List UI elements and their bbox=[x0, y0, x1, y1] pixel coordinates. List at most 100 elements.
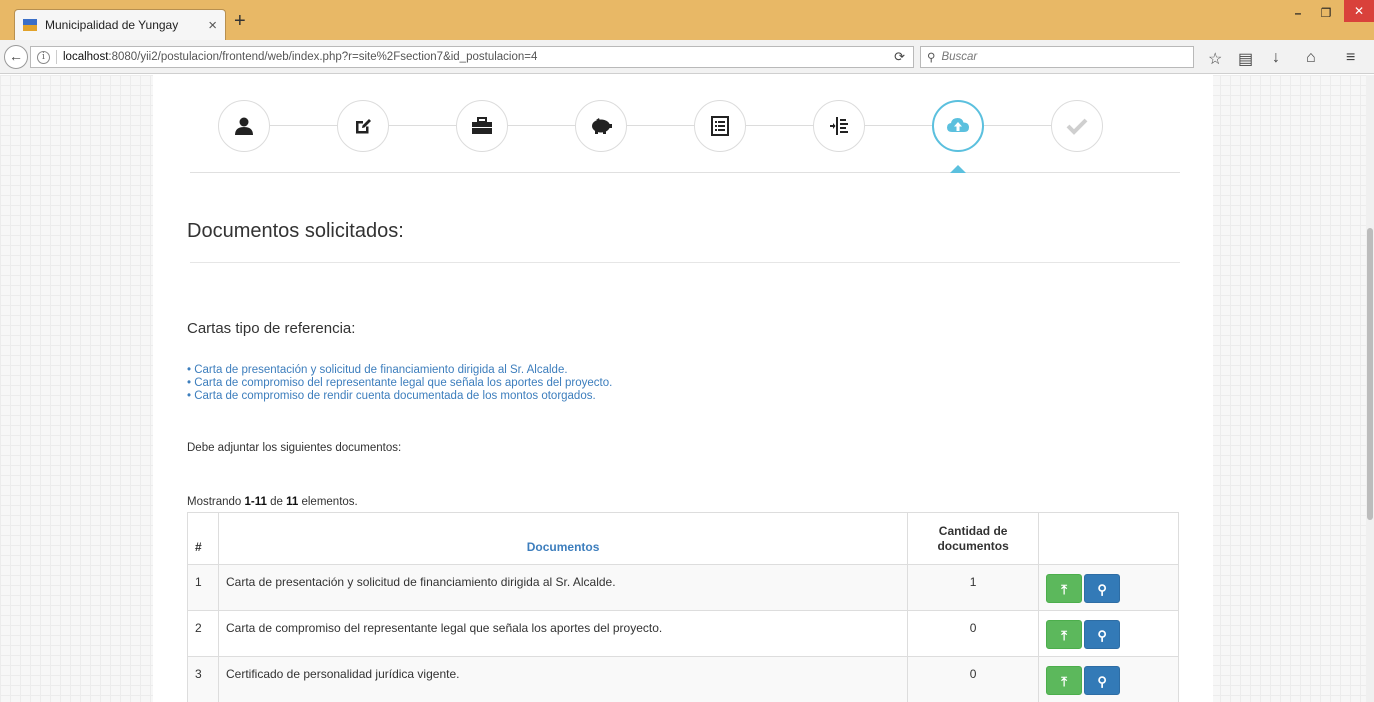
wizard-step-3[interactable] bbox=[456, 100, 508, 152]
reference-link-3[interactable]: • Carta de compromiso de rendir cuenta d… bbox=[187, 390, 612, 403]
url-divider bbox=[56, 50, 57, 64]
list-alt-icon bbox=[711, 116, 729, 136]
bookmark-star-icon[interactable]: ☆ bbox=[1208, 49, 1222, 69]
download-icon[interactable]: ↓ bbox=[1272, 49, 1280, 67]
row-document: Carta de presentación y solicitud de fin… bbox=[217, 564, 909, 611]
wizard-connector bbox=[270, 125, 337, 126]
view-button[interactable]: ⚲ bbox=[1084, 574, 1121, 603]
summary-mid: de bbox=[266, 496, 287, 508]
table-row: 3 Certificado de personalidad jurídica v… bbox=[187, 656, 1179, 702]
reference-links: • Carta de presentación y solicitud de f… bbox=[187, 364, 612, 403]
home-icon[interactable]: ⌂ bbox=[1306, 49, 1316, 67]
back-button[interactable]: ← bbox=[4, 45, 28, 69]
view-button[interactable]: ⚲ bbox=[1084, 666, 1121, 695]
site-info-icon[interactable]: i bbox=[37, 50, 50, 64]
search-placeholder: Buscar bbox=[941, 51, 978, 63]
address-bar[interactable]: i localhost :8080/yii2/postulacion/front… bbox=[30, 46, 914, 68]
references-title: Cartas tipo de referencia: bbox=[187, 320, 356, 337]
header-count-line2: documentos bbox=[937, 539, 1009, 553]
grid-summary: Mostrando 1-11 de 11 elementos. bbox=[187, 496, 358, 508]
reading-list-icon[interactable]: ▤ bbox=[1238, 49, 1253, 69]
url-host: localhost bbox=[63, 51, 109, 63]
wizard-step-1[interactable] bbox=[218, 100, 270, 152]
row-number: 1 bbox=[187, 564, 219, 611]
search-icon: ⚲ bbox=[1097, 582, 1107, 597]
row-count: 0 bbox=[907, 656, 1040, 702]
upload-icon: ⤒ bbox=[1061, 628, 1067, 643]
upload-button[interactable]: ⤒ bbox=[1046, 620, 1083, 649]
view-button[interactable]: ⚲ bbox=[1084, 620, 1121, 649]
upload-button[interactable]: ⤒ bbox=[1046, 574, 1083, 603]
wizard-connector bbox=[627, 125, 694, 126]
header-documents[interactable]: Documentos bbox=[217, 512, 909, 565]
row-actions: ⤒ ⚲ bbox=[1038, 564, 1179, 611]
table-header-row: # Documentos Cantidad de documentos bbox=[187, 512, 1179, 565]
header-count-line1: Cantidad de bbox=[938, 524, 1008, 538]
browser-titlebar: Municipalidad de Yungay × + – ❐ ✕ bbox=[0, 0, 1374, 40]
piggy-bank-icon bbox=[592, 118, 612, 134]
summary-range: 1-11 bbox=[244, 496, 267, 508]
row-document: Carta de compromiso del representante le… bbox=[217, 610, 909, 657]
scrollbar-thumb[interactable] bbox=[1367, 228, 1373, 520]
cloud-upload-icon bbox=[947, 118, 969, 132]
search-glass-icon: ⚲ bbox=[927, 52, 936, 64]
header-number: # bbox=[187, 512, 219, 565]
wizard-connector bbox=[984, 125, 1051, 126]
row-number: 3 bbox=[187, 656, 219, 702]
briefcase-icon bbox=[472, 117, 492, 134]
reload-icon[interactable]: ⟳ bbox=[894, 49, 905, 65]
wizard-connector bbox=[865, 125, 932, 126]
upload-icon: ⤒ bbox=[1061, 674, 1067, 689]
check-icon bbox=[1066, 118, 1088, 135]
indent-icon bbox=[830, 117, 848, 135]
url-path: :8080/yii2/postulacion/frontend/web/inde… bbox=[108, 51, 538, 63]
documents-table: # Documentos Cantidad de documentos 1 Car… bbox=[187, 512, 1179, 702]
wizard-steps bbox=[190, 75, 1180, 173]
wizard-step-2[interactable] bbox=[337, 100, 389, 152]
minimize-button[interactable]: – bbox=[1284, 4, 1312, 24]
close-window-button[interactable]: ✕ bbox=[1344, 0, 1374, 22]
wizard-step-5[interactable] bbox=[694, 100, 746, 152]
wizard-connector bbox=[746, 125, 813, 126]
row-number: 2 bbox=[187, 610, 219, 657]
wizard-step-6[interactable] bbox=[813, 100, 865, 152]
attach-note: Debe adjuntar los siguientes documentos: bbox=[187, 442, 402, 454]
menu-icon[interactable]: ≡ bbox=[1346, 49, 1355, 67]
wizard-step-4[interactable] bbox=[575, 100, 627, 152]
search-input[interactable]: ⚲ Buscar bbox=[920, 46, 1194, 68]
page-title: Documentos solicitados: bbox=[187, 220, 404, 242]
row-count: 0 bbox=[907, 610, 1040, 657]
row-actions: ⤒ ⚲ bbox=[1038, 656, 1179, 702]
table-row: 2 Carta de compromiso del representante … bbox=[187, 610, 1179, 657]
tab-title: Municipalidad de Yungay bbox=[45, 18, 179, 32]
reference-link-1[interactable]: • Carta de presentación y solicitud de f… bbox=[187, 364, 612, 377]
maximize-button[interactable]: ❐ bbox=[1312, 4, 1340, 24]
row-actions: ⤒ ⚲ bbox=[1038, 610, 1179, 657]
header-count: Cantidad de documentos bbox=[907, 512, 1040, 565]
user-icon bbox=[235, 117, 253, 135]
main-content: Documentos solicitados: Cartas tipo de r… bbox=[153, 75, 1213, 702]
summary-total: 11 bbox=[286, 496, 299, 508]
browser-tab[interactable]: Municipalidad de Yungay × bbox=[14, 9, 226, 40]
summary-suffix: elementos. bbox=[298, 496, 358, 508]
header-actions bbox=[1038, 512, 1179, 565]
row-document: Certificado de personalidad jurídica vig… bbox=[217, 656, 909, 702]
wizard-step-7[interactable] bbox=[932, 100, 984, 152]
title-divider bbox=[190, 262, 1180, 263]
search-icon: ⚲ bbox=[1097, 628, 1107, 643]
search-icon: ⚲ bbox=[1097, 674, 1107, 689]
wizard-connector bbox=[508, 125, 575, 126]
upload-icon: ⤒ bbox=[1061, 582, 1067, 597]
row-count: 1 bbox=[907, 564, 1040, 611]
upload-button[interactable]: ⤒ bbox=[1046, 666, 1083, 695]
new-tab-button[interactable]: + bbox=[234, 11, 246, 31]
active-step-caret bbox=[950, 165, 966, 173]
wizard-step-8[interactable] bbox=[1051, 100, 1103, 152]
tab-close-icon[interactable]: × bbox=[208, 17, 217, 34]
table-row: 1 Carta de presentación y solicitud de f… bbox=[187, 564, 1179, 611]
wizard-connector bbox=[389, 125, 456, 126]
edit-icon bbox=[356, 119, 371, 134]
site-favicon-icon bbox=[23, 19, 37, 31]
browser-navbar: ← i localhost :8080/yii2/postulacion/fro… bbox=[0, 40, 1374, 74]
reference-link-2[interactable]: • Carta de compromiso del representante … bbox=[187, 377, 612, 390]
